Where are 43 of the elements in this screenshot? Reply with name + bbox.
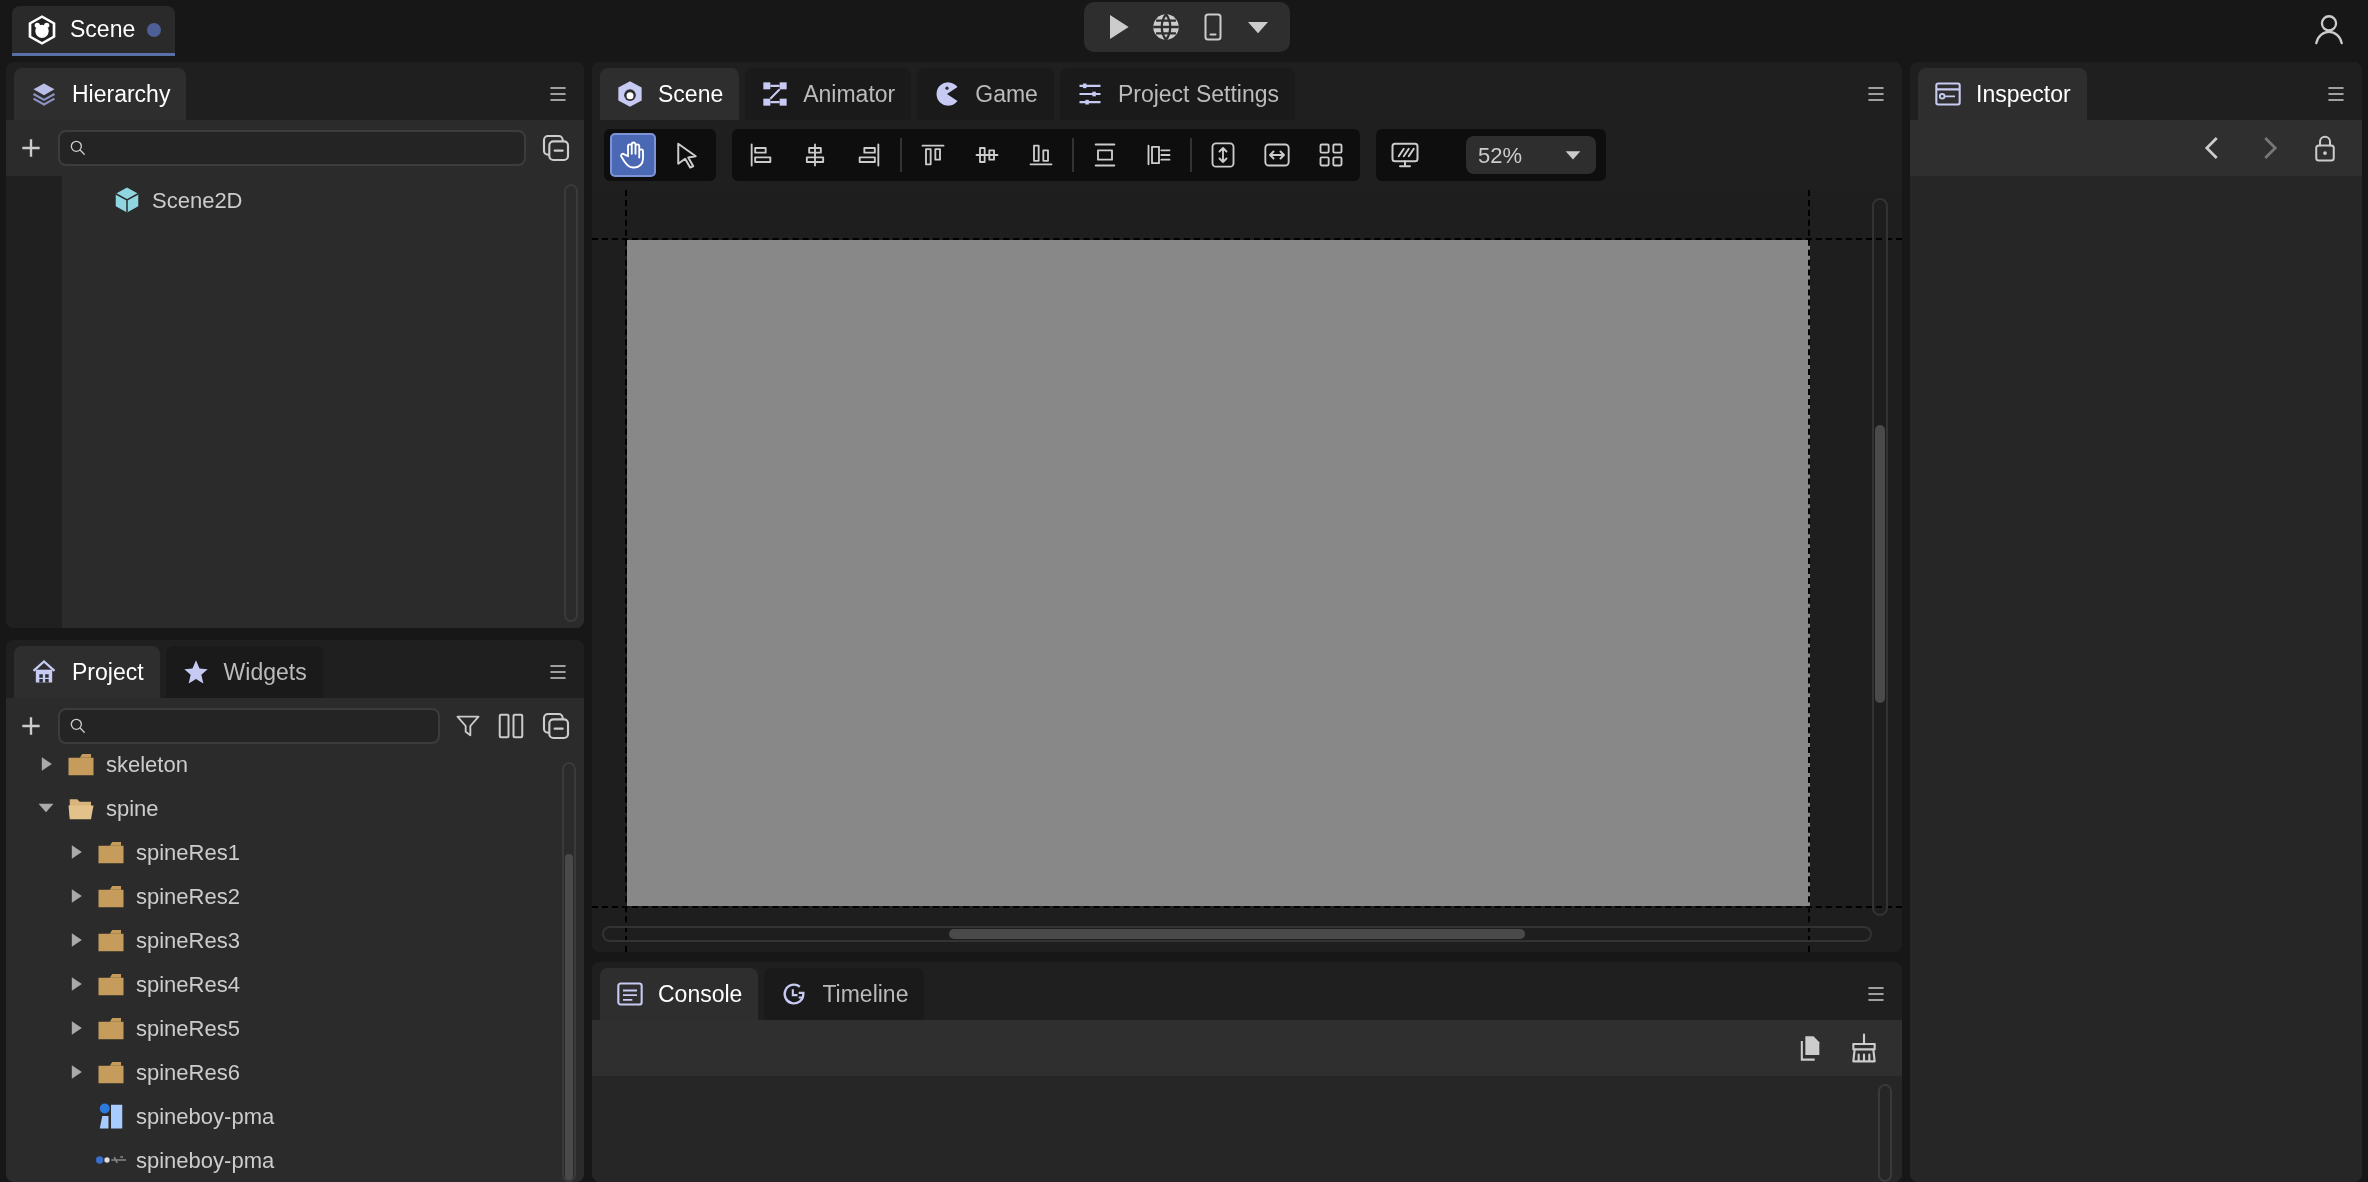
search-icon (68, 716, 88, 736)
image-thumbnail-icon (96, 1156, 126, 1164)
grid-icon[interactable] (1317, 141, 1345, 169)
tree-item-label[interactable]: spineRes6 (136, 1055, 240, 1089)
panel-tab[interactable]: Widgets (165, 646, 323, 698)
panel-tab[interactable]: Animator (745, 68, 912, 120)
document-tab[interactable]: Scene (12, 6, 176, 56)
horizontal-resize-icon[interactable] (1263, 141, 1291, 169)
tree-item-label[interactable]: Scene2D (152, 183, 243, 217)
tree-item-label[interactable]: spineRes4 (136, 967, 240, 1001)
zoom-dropdown[interactable]: 52% (1466, 136, 1596, 174)
tree-item-label[interactable]: spineRes2 (136, 879, 240, 913)
panel-tab[interactable]: Inspector (1918, 68, 2087, 120)
collapse-all-icon[interactable] (540, 710, 572, 742)
scene-icon (616, 80, 644, 108)
house-icon (30, 658, 58, 686)
search-field[interactable] (58, 130, 526, 166)
panel-tab[interactable]: Game (917, 68, 1054, 120)
panel-tab[interactable]: Hierarchy (14, 68, 187, 120)
search-icon (68, 138, 88, 158)
tree-item-label[interactable]: spineRes5 (136, 1011, 240, 1045)
inspector-icon (1934, 80, 1962, 108)
logo-icon (26, 13, 58, 46)
search-field[interactable] (58, 708, 440, 744)
console-icon (616, 980, 644, 1008)
tree-item-label[interactable]: spineboy-pma (136, 1099, 275, 1133)
tree-item-label[interactable]: spineboy-pma (136, 1143, 275, 1177)
collapse-all-icon[interactable] (540, 132, 572, 164)
user-icon[interactable] (2312, 12, 2346, 46)
tree-item-label[interactable]: spineRes1 (136, 835, 240, 869)
monitor-icon[interactable] (1390, 140, 1420, 170)
tree-item-label[interactable]: spine (106, 791, 159, 825)
two-columns-icon[interactable] (496, 711, 526, 741)
panel-tab[interactable]: Scene (600, 68, 740, 120)
tree-item-label[interactable]: skeleton (106, 747, 188, 781)
panel-tab[interactable]: Project Settings (1059, 68, 1295, 120)
animator-icon (761, 80, 790, 108)
panel-tab[interactable]: Console (600, 968, 759, 1020)
tree-item-label[interactable]: spineRes3 (136, 923, 240, 957)
vertical-resize-icon[interactable] (1209, 141, 1237, 169)
panel-tab[interactable]: Timeline (764, 968, 925, 1020)
panel-tab[interactable]: Project (14, 646, 160, 698)
hand-tool-button[interactable] (610, 133, 656, 177)
